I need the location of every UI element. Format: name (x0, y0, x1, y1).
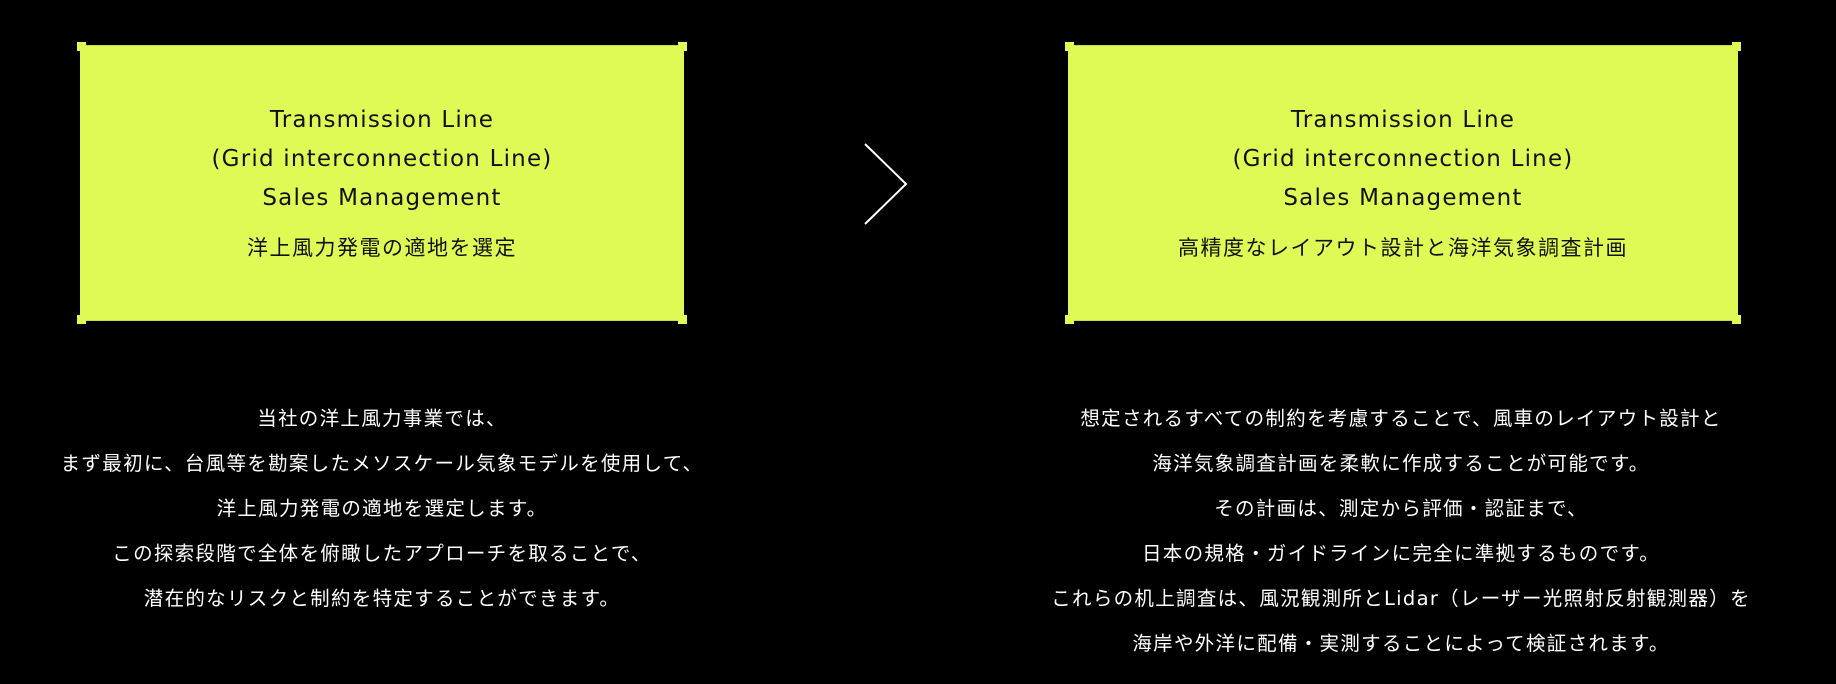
card-bottom-edge (80, 320, 684, 321)
description-line: 潜在的なリスクと制約を特定することができます。 (143, 587, 621, 610)
card-top-edge (80, 45, 684, 46)
card-corner-marker (1732, 315, 1741, 324)
description-line: この探索段階で全体を俯瞰したアプローチを取ることで、 (112, 542, 652, 565)
description-line: 当社の洋上風力事業では、 (257, 407, 507, 430)
card-corner-marker (77, 315, 86, 324)
card-corner-marker (77, 42, 86, 51)
card-subtitle: 高精度なレイアウト設計と海洋気象調査計画 (1178, 236, 1628, 260)
description-line: これらの机上調査は、風況観測所とLidar（レーザー光照射反射観測器）を (1051, 587, 1751, 610)
card-corner-marker (1065, 315, 1074, 324)
description-line: まず最初に、台風等を勘案したメソスケール気象モデルを使用して、 (60, 452, 704, 475)
step-card-site-selection: Transmission Line (Grid interconnection … (77, 42, 687, 324)
description-line: 想定されるすべての制約を考慮することで、風車のレイアウト設計と (1080, 407, 1722, 430)
step-card-layout-design: Transmission Line (Grid interconnection … (1065, 42, 1741, 324)
card-top-edge (1068, 45, 1738, 46)
card-subtitle: 洋上風力発電の適地を選定 (247, 236, 517, 260)
layout-design-description: 想定されるすべての制約を考慮することで、風車のレイアウト設計と 海洋気象調査計画… (980, 396, 1822, 666)
description-line: 日本の規格・ガイドラインに完全に準拠するものです。 (1141, 542, 1661, 565)
description-line: 海岸や外洋に配備・実測することによって検証されます。 (1132, 632, 1670, 655)
card-corner-marker (1065, 42, 1074, 51)
card-title: Transmission Line (Grid interconnection … (1232, 107, 1574, 211)
description-line: 洋上風力発電の適地を選定します。 (216, 497, 548, 520)
description-line: 海洋気象調査計画を柔軟に作成することが可能です。 (1152, 452, 1650, 475)
chevron-right-icon (864, 143, 908, 225)
card-corner-marker (678, 315, 687, 324)
card-corner-marker (1732, 42, 1741, 51)
card-title: Transmission Line (Grid interconnection … (211, 107, 553, 211)
description-line: その計画は、測定から評価・認証まで、 (1214, 497, 1588, 520)
card-bottom-edge (1068, 320, 1738, 321)
card-corner-marker (678, 42, 687, 51)
site-selection-description: 当社の洋上風力事業では、 まず最初に、台風等を勘案したメソスケール気象モデルを使… (0, 396, 764, 621)
